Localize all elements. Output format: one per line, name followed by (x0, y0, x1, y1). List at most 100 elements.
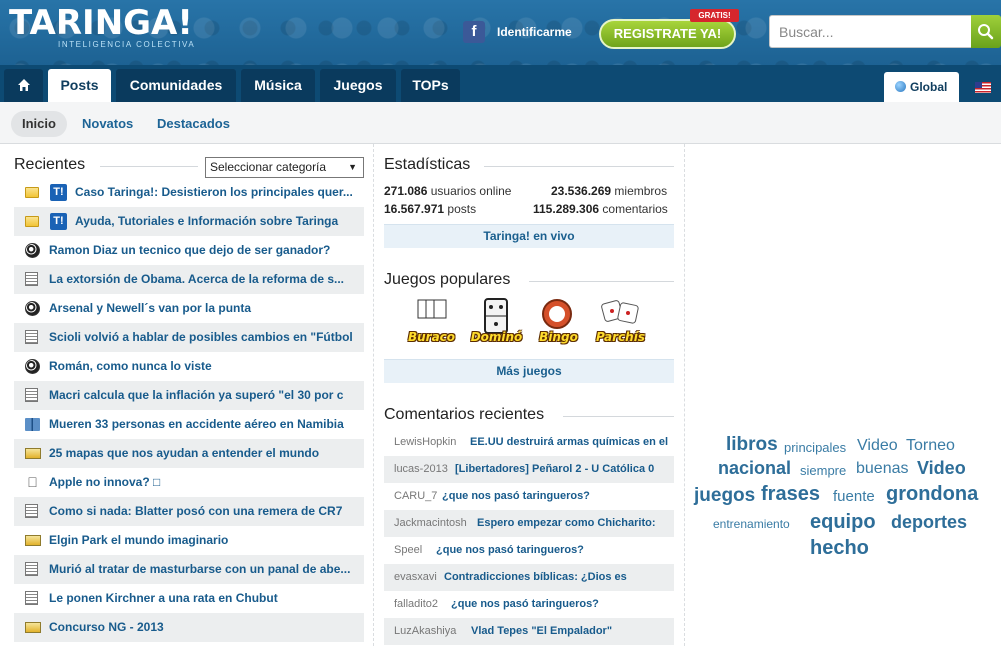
tag-link[interactable]: nacional (718, 458, 791, 479)
login-link[interactable]: Identificarme (497, 25, 572, 39)
comment-row[interactable]: evasxavi Contradicciones bíblicas: ¿Dios … (384, 564, 674, 591)
tag-link[interactable]: buenas (856, 460, 909, 478)
post-row[interactable]: Ramon Diaz un tecnico que dejo de ser ga… (14, 236, 364, 265)
us-flag-icon[interactable] (975, 82, 991, 93)
search-input[interactable] (769, 15, 971, 48)
tag-link[interactable]: Video (857, 437, 898, 455)
post-title-link[interactable]: Elgin Park el mundo imaginario (49, 533, 356, 547)
tag-link[interactable]: deportes (891, 512, 967, 533)
comment-row[interactable]: LuzAkashiya Vlad Tepes "El Empalador" (384, 618, 674, 645)
tab-posts[interactable]: Posts (48, 69, 111, 102)
post-title-link[interactable]: Concurso NG - 2013 (49, 620, 356, 634)
comment-row[interactable]: Speel ¿que nos pasó taringueros? (384, 537, 674, 564)
post-title-link[interactable]: Como si nada: Blatter posó con una remer… (49, 504, 356, 518)
taringa-live-link[interactable]: Taringa! en vivo (384, 224, 674, 248)
comment-user-link[interactable]: evasxavi (394, 571, 437, 583)
tag-link[interactable]: principales (784, 440, 846, 455)
game-buraco-icon[interactable]: Buraco (404, 298, 459, 348)
post-row[interactable]: T! Caso Taringa!: Desistieron los princip… (14, 178, 364, 207)
post-row[interactable]: Elgin Park el mundo imaginario (14, 526, 364, 555)
post-row[interactable]: Murió al tratar de masturbarse con un pa… (14, 555, 364, 584)
post-row[interactable]: Mueren 33 personas en accidente aéreo en… (14, 410, 364, 439)
logo-tagline: INTELIGENCIA COLECTIVA (58, 40, 196, 49)
comment-row[interactable]: CARU_7 ¿que nos pasó taringueros? (384, 483, 674, 510)
subnav-destacados[interactable]: Destacados (157, 111, 230, 137)
game-bingo-icon[interactable]: Bingo (531, 298, 586, 348)
comment-row[interactable]: lucas-2013 [Libertadores] Peñarol 2 - U C… (384, 456, 674, 483)
tab-musica[interactable]: Música (241, 69, 315, 102)
post-row[interactable]: Arsenal y Newell´s van por la punta (14, 294, 364, 323)
post-row[interactable]: Le ponen Kirchner a una rata en Chubut (14, 584, 364, 613)
tag-link[interactable]: fuente (833, 488, 875, 505)
home-tab[interactable] (4, 69, 43, 102)
post-row[interactable]: T! Ayuda, Tutoriales e Información sobre … (14, 207, 364, 236)
recientes-title: Recientes (14, 156, 86, 173)
post-row[interactable]: 25 mapas que nos ayudan a entender el mu… (14, 439, 364, 468)
post-title-link[interactable]: Román, como nunca lo viste (49, 359, 356, 373)
tag-link[interactable]: hecho (810, 537, 869, 560)
subnav-inicio[interactable]: Inicio (11, 111, 67, 137)
tag-link[interactable]: equipo (810, 511, 876, 534)
post-title-link[interactable]: Mueren 33 personas en accidente aéreo en… (49, 417, 356, 431)
post-row[interactable]: Macri calcula que la inflación ya superó… (14, 381, 364, 410)
post-title-link[interactable]: Apple no innova? □ (49, 475, 356, 489)
comment-post-link[interactable]: [Libertadores] Peñarol 2 - U Católica 0 (455, 463, 668, 475)
post-row[interactable]: Como si nada: Blatter posó con una remer… (14, 497, 364, 526)
subnav-novatos[interactable]: Novatos (82, 111, 133, 137)
post-title-link[interactable]: Ayuda, Tutoriales e Información sobre Ta… (75, 214, 356, 228)
comment-post-link[interactable]: ¿que nos pasó taringueros? (436, 544, 668, 556)
taringa-logo[interactable]: TARINGA! (9, 6, 193, 40)
post-title-link[interactable]: La extorsión de Obama. Acerca de la refo… (49, 272, 356, 286)
comment-row[interactable]: LewisHopkin EE.UU destruirá armas química… (384, 429, 674, 456)
post-title-link[interactable]: Ramon Diaz un tecnico que dejo de ser ga… (49, 243, 356, 257)
global-filter[interactable]: Global (884, 72, 959, 102)
comment-user-link[interactable]: Speel (394, 544, 422, 556)
comment-user-link[interactable]: CARU_7 (394, 490, 437, 502)
comment-user-link[interactable]: falladito2 (394, 598, 438, 610)
comment-user-link[interactable]: LewisHopkin (394, 436, 456, 448)
main-navbar: Posts Comunidades Música Juegos TOPs Glo… (0, 65, 1001, 102)
tag-link[interactable]: libros (726, 434, 778, 456)
comment-row[interactable]: falladito2 ¿que nos pasó taringueros? (384, 591, 674, 618)
post-row[interactable]: La extorsión de Obama. Acerca de la refo… (14, 265, 364, 294)
comment-post-link[interactable]: ¿que nos pasó taringueros? (451, 598, 668, 610)
comment-post-link[interactable]: Espero empezar como Chicharito: (477, 517, 668, 529)
post-row[interactable]:  Apple no innova? □ (14, 468, 364, 497)
game-domin-icon[interactable]: Dominó (469, 298, 524, 348)
more-games-link[interactable]: Más juegos (384, 359, 674, 383)
comment-user-link[interactable]: LuzAkashiya (394, 625, 456, 637)
register-button[interactable]: REGISTRATE YA! (599, 19, 736, 49)
tag-link[interactable]: grondona (886, 483, 978, 506)
tab-juegos[interactable]: Juegos (320, 69, 396, 102)
tag-link[interactable]: juegos (694, 485, 755, 507)
post-title-link[interactable]: 25 mapas que nos ayudan a entender el mu… (49, 446, 356, 460)
post-title-link[interactable]: Arsenal y Newell´s van por la punta (49, 301, 356, 315)
post-title-link[interactable]: Macri calcula que la inflación ya superó… (49, 388, 356, 402)
tab-comunidades[interactable]: Comunidades (116, 69, 236, 102)
category-select[interactable]: Seleccionar categoría ▼ (205, 157, 364, 178)
post-title-link[interactable]: Le ponen Kirchner a una rata en Chubut (49, 591, 356, 605)
post-title-link[interactable]: Scioli volvió a hablar de posibles cambi… (49, 330, 356, 344)
tag-link[interactable]: frases (761, 483, 820, 506)
tag-link[interactable]: siempre (800, 463, 846, 478)
post-row[interactable]: Concurso NG - 2013 (14, 613, 364, 642)
tag-link[interactable]: entrenamiento (713, 517, 790, 531)
tag-link[interactable]: Torneo (906, 437, 955, 455)
post-row[interactable]: Román, como nunca lo viste (14, 352, 364, 381)
comment-post-link[interactable]: EE.UU destruirá armas químicas en el (470, 436, 668, 448)
comment-post-link[interactable]: Contradicciones bíblicas: ¿Dios es (444, 571, 668, 583)
tag-link[interactable]: Video (917, 458, 966, 479)
game-label: Dominó (470, 330, 523, 344)
comment-post-link[interactable]: Vlad Tepes "El Empalador" (471, 625, 668, 637)
post-title-link[interactable]: Murió al tratar de masturbarse con un pa… (49, 562, 356, 576)
game-parchs-icon[interactable]: Parchís (593, 298, 648, 348)
search-button[interactable] (971, 15, 1001, 48)
facebook-icon[interactable]: f (463, 21, 485, 43)
comment-user-link[interactable]: Jackmacintosh (394, 517, 467, 529)
comment-user-link[interactable]: lucas-2013 (394, 463, 448, 475)
post-row[interactable]: Scioli volvió a hablar de posibles cambi… (14, 323, 364, 352)
comment-post-link[interactable]: ¿que nos pasó taringueros? (442, 490, 668, 502)
tab-tops[interactable]: TOPs (401, 69, 460, 102)
comment-row[interactable]: Jackmacintosh Espero empezar como Chichar… (384, 510, 674, 537)
post-title-link[interactable]: Caso Taringa!: Desistieron los principal… (75, 185, 356, 199)
